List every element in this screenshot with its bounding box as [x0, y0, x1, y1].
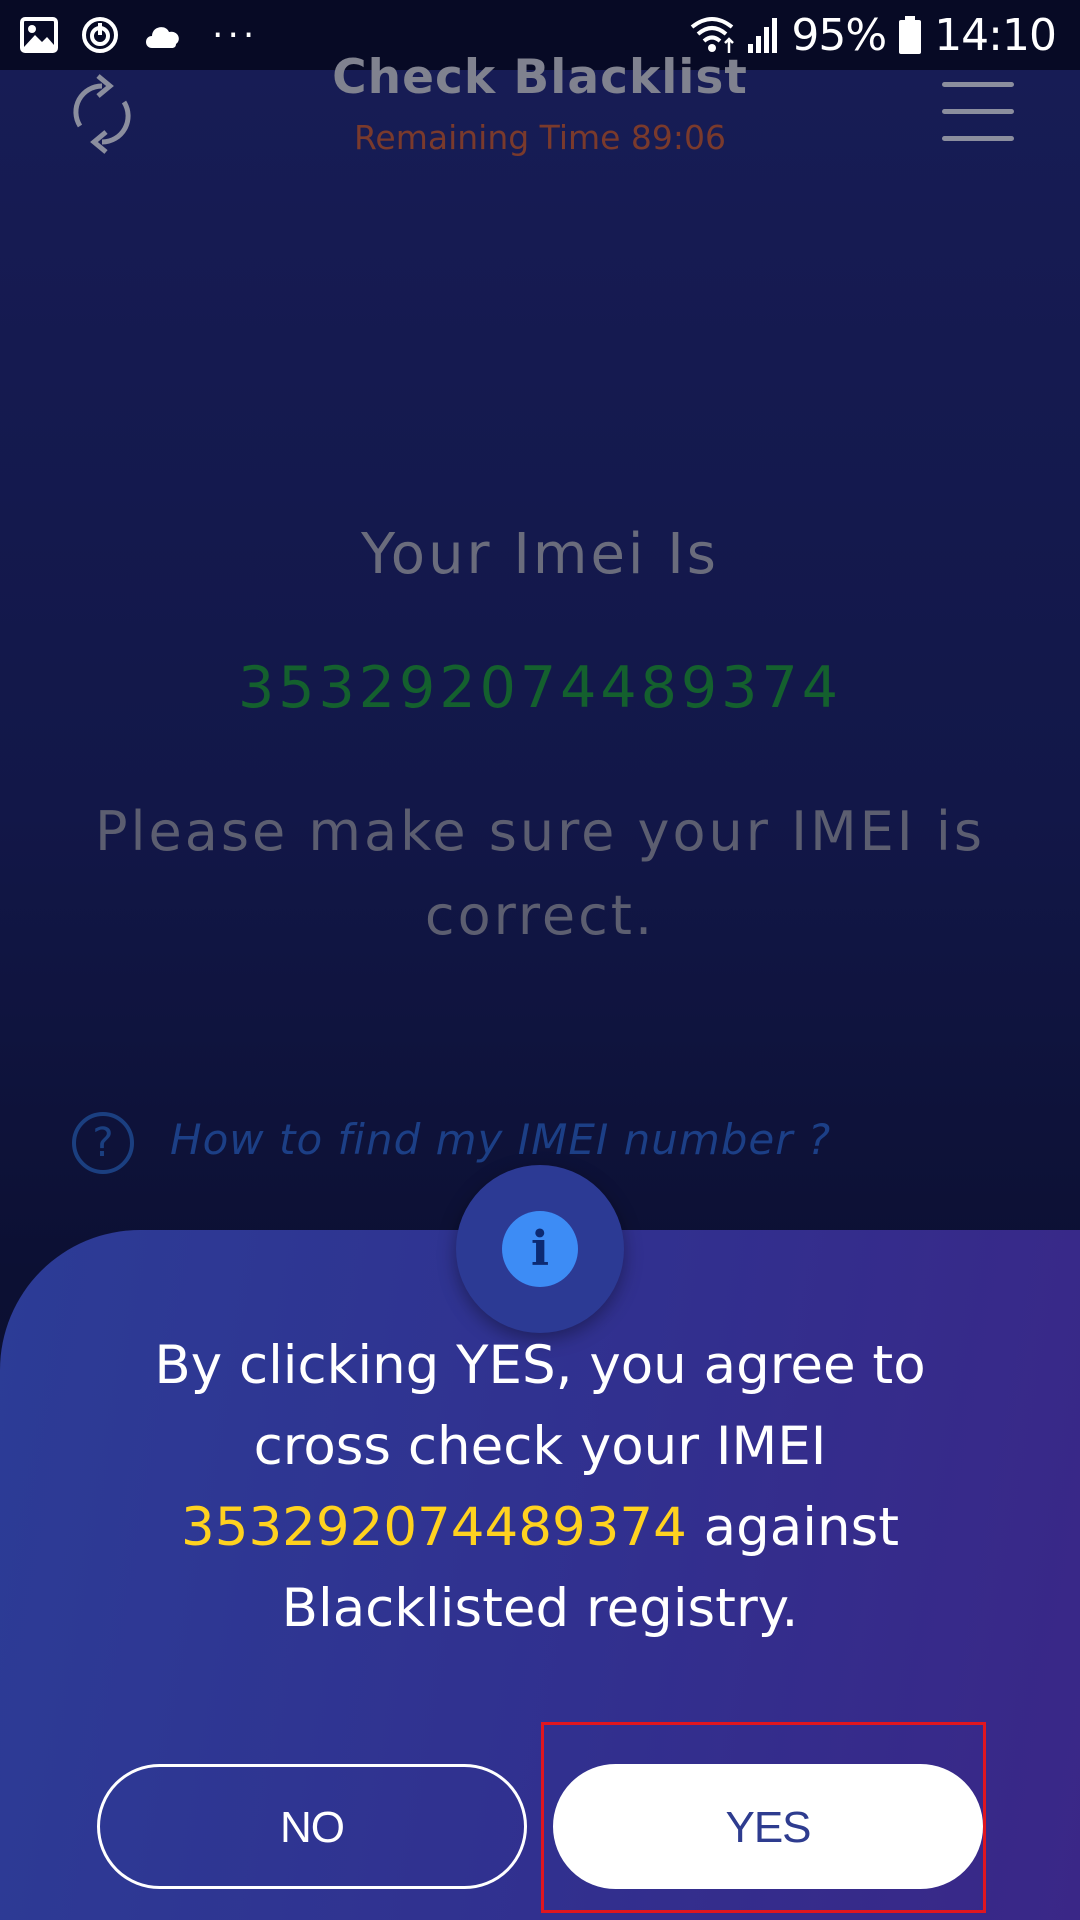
no-button[interactable]: NO: [97, 1764, 527, 1889]
image-icon: [20, 17, 58, 53]
remaining-time: Remaining Time 89:06: [353, 118, 727, 157]
imei-value: 353292074489374: [238, 655, 842, 721]
annotation-highlight-box: [541, 1722, 986, 1913]
imei-note: Please make sure your IMEI is correct.: [94, 800, 986, 947]
info-icon: i: [502, 1211, 578, 1287]
battery-icon: [899, 16, 922, 54]
message-text: By clicking YES, you agree to cross chec…: [154, 1335, 926, 1477]
menu-line: [942, 82, 1014, 87]
confirmation-message: By clicking YES, you agree to cross chec…: [90, 1325, 990, 1649]
refresh-icon[interactable]: [62, 74, 142, 154]
help-link[interactable]: How to find my IMEI number ?: [170, 1115, 831, 1164]
menu-icon[interactable]: [942, 82, 1014, 142]
info-badge: i: [456, 1165, 624, 1333]
sync-icon: [82, 17, 118, 53]
menu-line: [942, 109, 1014, 114]
question-icon[interactable]: ?: [72, 1112, 134, 1174]
page-title: Check Blacklist: [332, 50, 748, 105]
menu-line: [942, 136, 1014, 141]
wifi-icon: [691, 17, 735, 53]
signal-icon: [748, 18, 778, 53]
clock: 14:10: [934, 9, 1057, 61]
imei-label: Your Imei Is: [361, 522, 719, 587]
message-imei: 353292074489374: [181, 1497, 687, 1558]
cloud-icon: [146, 27, 179, 48]
status-bar-left: ···: [20, 12, 258, 58]
